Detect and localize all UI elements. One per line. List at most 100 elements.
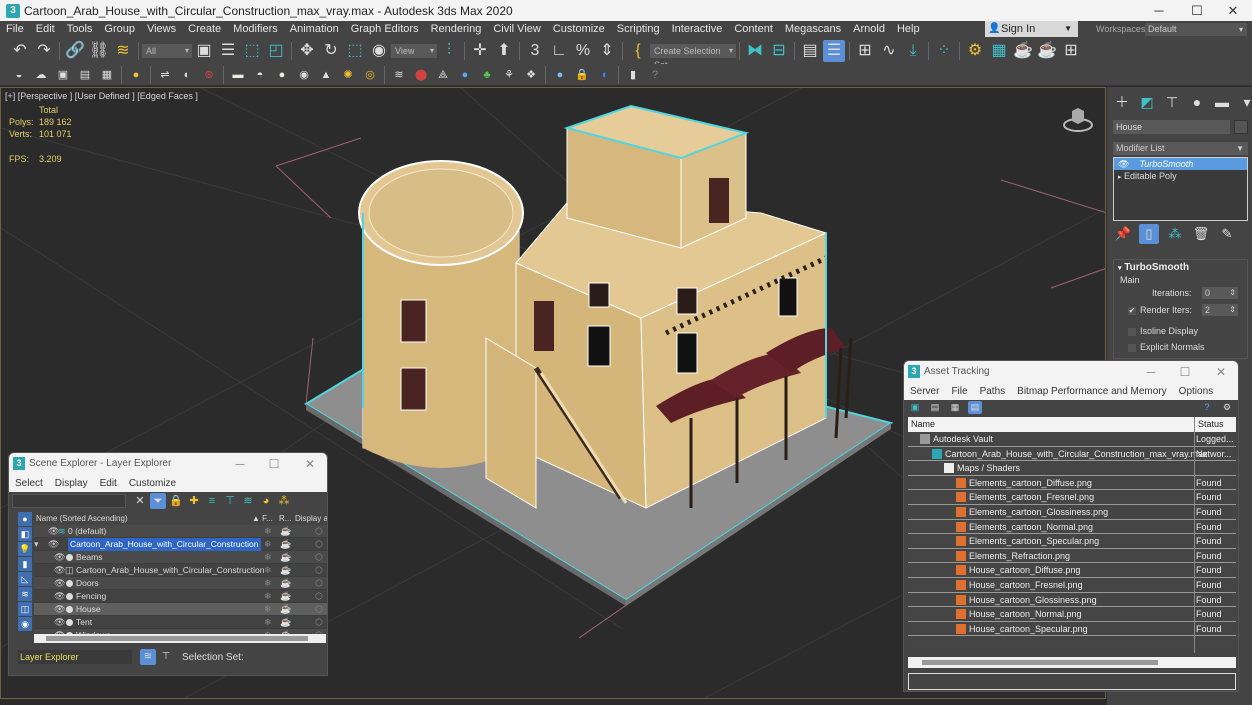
scale-icon[interactable]: ⬚ (344, 40, 366, 62)
asset-row[interactable]: House_cartoon_Diffuse.png Found (908, 563, 1236, 578)
explicit-normals-checkbox[interactable] (1128, 343, 1136, 352)
vray-cone-icon[interactable]: ▲ (316, 66, 336, 84)
render-iters-spinner[interactable]: 2 (1202, 304, 1238, 316)
renderable-icon[interactable]: ☕ (280, 538, 291, 551)
freeze-icon[interactable]: ❄ (264, 538, 272, 551)
col-name[interactable]: Name (Sorted Ascending) (36, 512, 128, 525)
rotate-icon[interactable]: ↻ (320, 40, 342, 62)
utilities-tab-icon[interactable]: ▾ (1236, 91, 1252, 113)
modifier-editable-poly[interactable]: ▸ Editable Poly (1114, 170, 1247, 182)
refresh-icon[interactable]: ▣ (908, 401, 922, 414)
snaps-toggle-icon[interactable]: 3 (524, 40, 546, 62)
add-layer-icon[interactable]: ✚ (186, 493, 202, 509)
asset-row[interactable]: Elements_cartoon_Fresnel.png Found (908, 490, 1236, 505)
scene-explorer-icon[interactable]: ▤ (799, 40, 821, 62)
table-view-icon[interactable]: ▤ (968, 401, 982, 414)
at-menu-bitmap-performance-and-memory[interactable]: Bitmap Performance and Memory (1011, 383, 1173, 400)
show-end-result-icon[interactable]: ▯ (1139, 224, 1159, 244)
se-menu-edit[interactable]: Edit (94, 475, 123, 492)
hierarchy-tab-icon[interactable]: ⊤ (1161, 91, 1183, 113)
display-lights-icon[interactable]: 💡 (18, 542, 32, 556)
eye-icon[interactable]: 👁 (48, 538, 59, 551)
asset-path-field[interactable] (908, 673, 1236, 690)
minimize-icon[interactable]: ─ (225, 453, 255, 475)
window-crossing-icon[interactable]: ◰ (265, 40, 287, 62)
document-icon[interactable]: ▤ (75, 66, 95, 84)
menu-group[interactable]: Group (98, 23, 141, 35)
col-render[interactable]: R... (279, 512, 291, 525)
unlink-icon[interactable]: ⛓ (88, 40, 110, 62)
object-name-field[interactable]: House (1113, 120, 1230, 134)
display-as-icon[interactable]: ⬡ (315, 525, 323, 538)
curve-editor-icon[interactable]: ∿ (878, 40, 900, 62)
menu-help[interactable]: Help (891, 23, 926, 35)
layer-row[interactable]: 👁 Fencing ❄ ☕ ⬡ (34, 590, 327, 603)
asset-row[interactable]: Cartoon_Arab_House_with_Circular_Constru… (908, 447, 1236, 462)
remove-modifier-icon[interactable]: 🗑 (1191, 224, 1211, 244)
display-cameras-icon[interactable]: ▮ (18, 557, 32, 571)
lock-icon[interactable]: 🔒 (168, 493, 184, 509)
asset-row[interactable]: Elements_cartoon_Diffuse.png Found (908, 476, 1236, 491)
asset-row[interactable]: Elements_Refraction.png Found (908, 549, 1236, 564)
close-icon[interactable]: ✕ (1206, 361, 1236, 383)
freeze-icon[interactable]: ❄ (264, 603, 272, 616)
viewport-label[interactable]: [+] [Perspective ] [User Defined ] [Edge… (5, 91, 198, 101)
modify-tab-icon[interactable]: ◩ (1136, 91, 1158, 113)
angle-snap-icon[interactable]: ∟ (548, 40, 570, 62)
col-display-as[interactable]: Display as (295, 512, 327, 525)
cloud-icon[interactable]: ☁ (31, 66, 51, 84)
menu-file[interactable]: File (0, 23, 30, 35)
minimize-icon[interactable]: ─ (1136, 361, 1166, 383)
se-menu-customize[interactable]: Customize (123, 475, 182, 492)
se-menu-select[interactable]: Select (9, 475, 49, 492)
clear-search-icon[interactable]: ✕ (132, 493, 148, 509)
renderable-icon[interactable]: ☕ (280, 603, 291, 616)
object-color-swatch[interactable] (1234, 120, 1248, 134)
horizontal-scrollbar[interactable] (34, 634, 326, 643)
add-to-layer-icon[interactable]: ≡ (204, 493, 220, 509)
vray-globe-icon[interactable]: ● (455, 66, 475, 84)
table-icon[interactable]: ▦ (97, 66, 117, 84)
vray-camera-icon[interactable]: ◖ (594, 66, 614, 84)
layer-row[interactable]: 👁 Doors ❄ ☕ ⬡ (34, 577, 327, 590)
eye-icon[interactable]: 👁 (54, 577, 65, 590)
display-helpers-icon[interactable]: ◺ (18, 572, 32, 586)
vray-lock-icon[interactable]: 🔒 (572, 66, 592, 84)
pin-stack-icon[interactable]: 📌 (1113, 224, 1133, 244)
rendered-frame-icon[interactable]: ▦ (988, 40, 1010, 62)
menu-civil-view[interactable]: Civil View (487, 23, 546, 35)
vray-material-icon[interactable]: ● (550, 66, 570, 84)
sign-in-button[interactable]: 👤 Sign In ▼ (985, 21, 1078, 37)
at-menu-paths[interactable]: Paths (974, 383, 1012, 400)
display-all-icon[interactable]: ● (18, 512, 32, 526)
bind-space-warp-icon[interactable]: ≋ (112, 40, 134, 62)
horizontal-scrollbar[interactable] (908, 657, 1236, 668)
modifier-list-dropdown[interactable]: Modifier List ▼ (1113, 142, 1248, 155)
link-icon[interactable]: 🔗 (64, 40, 86, 62)
vray-animal-icon[interactable]: ⚘ (499, 66, 519, 84)
display-groups-icon[interactable]: ◫ (18, 602, 32, 616)
eye-icon[interactable]: 👁 (1118, 159, 1129, 169)
render-production-icon[interactable]: ☕ (1012, 40, 1034, 62)
renderable-icon[interactable]: ☕ (280, 551, 291, 564)
display-as-icon[interactable]: ⬡ (315, 538, 323, 551)
display-as-icon[interactable]: ⬡ (315, 616, 323, 629)
render-region-icon[interactable]: ⊞ (1060, 40, 1082, 62)
maximize-icon[interactable]: ☐ (1180, 0, 1214, 21)
layer-row[interactable]: 👁 Beams ❄ ☕ ⬡ (34, 551, 327, 564)
display-as-icon[interactable]: ⬡ (315, 590, 323, 603)
menu-views[interactable]: Views (141, 23, 182, 35)
menu-scripting[interactable]: Scripting (611, 23, 666, 35)
menu-graph-editors[interactable]: Graph Editors (345, 23, 425, 35)
sort-by-layers-icon[interactable]: ≋ (140, 649, 156, 665)
menu-rendering[interactable]: Rendering (425, 23, 488, 35)
menu-animation[interactable]: Animation (284, 23, 345, 35)
display-as-icon[interactable]: ⬡ (315, 577, 323, 590)
menu-content[interactable]: Content (728, 23, 779, 35)
redo-icon[interactable]: ↷ (33, 40, 55, 62)
eye-icon[interactable]: 👁 (54, 551, 65, 564)
display-xrefs-icon[interactable]: ◉ (18, 617, 32, 631)
asset-row[interactable]: House_cartoon_Specular.png Found (908, 622, 1236, 637)
vray-fur-icon[interactable]: ≋ (389, 66, 409, 84)
vray-eye-icon[interactable]: ◉ (294, 66, 314, 84)
